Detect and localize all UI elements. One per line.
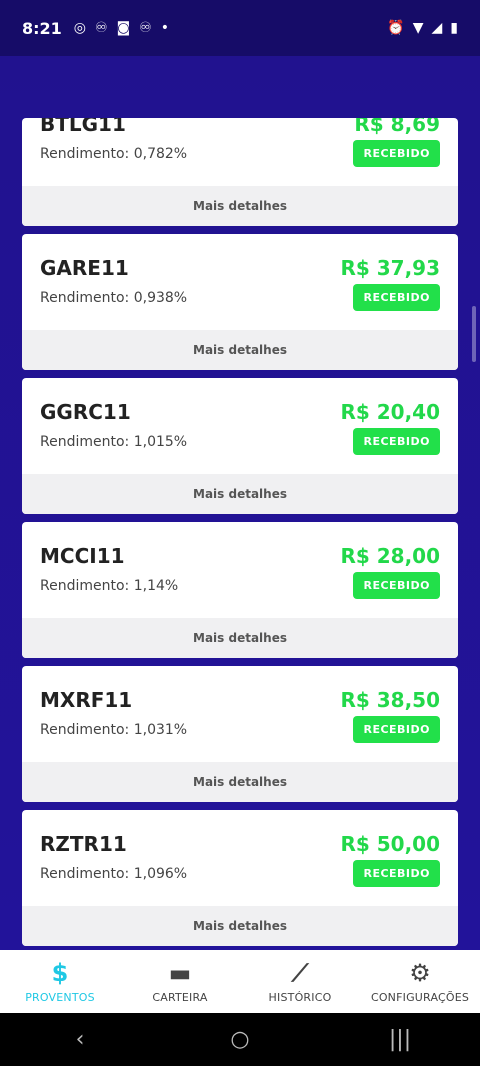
provento-card: RZTR11 Rendimento: 1,096% R$ 50,00 RECEB… <box>22 810 458 946</box>
nav-label: CARTEIRA <box>152 991 208 1004</box>
card-body: GARE11 Rendimento: 0,938% R$ 37,93 RECEB… <box>22 234 458 330</box>
more-details-button[interactable]: Mais detalhes <box>22 474 458 514</box>
more-details-button[interactable]: Mais detalhes <box>22 618 458 658</box>
ticker: BTLG11 <box>40 118 126 136</box>
provento-value: R$ 38,50 <box>340 688 440 712</box>
battery-icon: ▮ <box>450 20 458 36</box>
nav-label: CONFIGURAÇÕES <box>370 991 470 1004</box>
home-icon[interactable]: ○ <box>210 1027 270 1052</box>
provento-card: MXRF11 Rendimento: 1,031% R$ 38,50 RECEB… <box>22 666 458 802</box>
proventos-content[interactable]: BTLG11 Rendimento: 0,782% R$ 8,69 RECEBI… <box>0 56 480 950</box>
nav-item-historico[interactable]: ⟋ HISTÓRICO <box>240 950 360 1013</box>
nav-item-configuracoes[interactable]: ⚙ CONFIGURAÇÕES <box>360 950 480 1013</box>
provento-card: GARE11 Rendimento: 0,938% R$ 37,93 RECEB… <box>22 234 458 370</box>
nav-label: HISTÓRICO <box>268 991 332 1004</box>
provento-value: R$ 28,00 <box>340 544 440 568</box>
recents-icon[interactable]: ||| <box>370 1027 430 1052</box>
status-bar: 8:21 ◎ ♾ ◙ ♾ • ⏰ ▼ ◢ ▮ <box>0 0 480 56</box>
more-details-button[interactable]: Mais detalhes <box>22 330 458 370</box>
chart-line-icon: ⟋ <box>291 959 309 987</box>
signal-icon: ◢ <box>431 20 443 36</box>
nav-label: PROVENTOS <box>25 991 95 1004</box>
wifi-icon: ▼ <box>412 20 424 36</box>
card-body: GGRC11 Rendimento: 1,015% R$ 20,40 RECEB… <box>22 378 458 474</box>
card-body: RZTR11 Rendimento: 1,096% R$ 50,00 RECEB… <box>22 810 458 906</box>
card-body: MXRF11 Rendimento: 1,031% R$ 38,50 RECEB… <box>22 666 458 762</box>
settings-circle-icon: ◎ <box>73 20 87 36</box>
proventos-list: BTLG11 Rendimento: 0,782% R$ 8,69 RECEBI… <box>22 118 458 950</box>
status-right-icons: ⏰ ▼ ◢ ▮ <box>387 21 458 35</box>
ticker: RZTR11 <box>40 832 127 856</box>
status-badge: RECEBIDO <box>353 140 440 167</box>
provento-card: BTLG11 Rendimento: 0,782% R$ 8,69 RECEBI… <box>22 118 458 226</box>
status-time: 8:21 <box>22 18 62 38</box>
status-badge: RECEBIDO <box>353 284 440 311</box>
ticker: GARE11 <box>40 256 129 280</box>
status-badge: RECEBIDO <box>353 716 440 743</box>
card-body: BTLG11 Rendimento: 0,782% R$ 8,69 RECEBI… <box>22 118 458 186</box>
provento-card: GGRC11 Rendimento: 1,015% R$ 20,40 RECEB… <box>22 378 458 514</box>
rendimento: Rendimento: 1,031% <box>40 722 188 738</box>
status-badge: RECEBIDO <box>353 860 440 887</box>
instagram-icon: ◙ <box>116 20 131 36</box>
gear-icon: ⚙ <box>409 959 431 987</box>
status-left-icons: ◎ ♾ ◙ ♾ • <box>74 21 169 35</box>
provento-card: MCCI11 Rendimento: 1,14% R$ 28,00 RECEBI… <box>22 522 458 658</box>
provento-value: R$ 50,00 <box>340 832 440 856</box>
more-details-button[interactable]: Mais detalhes <box>22 906 458 946</box>
ticker: MXRF11 <box>40 688 133 712</box>
wallet-icon: ▬ <box>168 959 192 987</box>
provento-value: R$ 37,93 <box>340 256 440 280</box>
notification-icon: ♾ <box>95 20 108 36</box>
card-body: MCCI11 Rendimento: 1,14% R$ 28,00 RECEBI… <box>22 522 458 618</box>
rendimento: Rendimento: 1,096% <box>40 866 188 882</box>
dollar-icon: $ <box>51 959 69 987</box>
bottom-navigation: $ PROVENTOS ▬ CARTEIRA ⟋ HISTÓRICO ⚙ CON… <box>0 950 480 1013</box>
provento-value: R$ 20,40 <box>340 400 440 424</box>
status-badge: RECEBIDO <box>353 428 440 455</box>
notification-icon: ♾ <box>139 20 152 36</box>
nav-item-carteira[interactable]: ▬ CARTEIRA <box>120 950 240 1013</box>
scrollbar-thumb[interactable] <box>472 306 476 362</box>
provento-value: R$ 8,69 <box>354 118 440 136</box>
rendimento: Rendimento: 0,938% <box>40 290 188 306</box>
rendimento: Rendimento: 1,14% <box>40 578 179 594</box>
status-badge: RECEBIDO <box>353 572 440 599</box>
rendimento: Rendimento: 0,782% <box>40 146 188 162</box>
dot-icon: • <box>160 20 169 36</box>
alarm-icon: ⏰ <box>387 20 405 36</box>
nav-item-proventos[interactable]: $ PROVENTOS <box>0 950 120 1013</box>
more-details-button[interactable]: Mais detalhes <box>22 762 458 802</box>
ticker: MCCI11 <box>40 544 125 568</box>
rendimento: Rendimento: 1,015% <box>40 434 188 450</box>
back-icon[interactable]: ‹ <box>50 1027 110 1052</box>
more-details-button[interactable]: Mais detalhes <box>22 186 458 226</box>
ticker: GGRC11 <box>40 400 131 424</box>
system-navigation-bar: ‹ ○ ||| <box>0 1013 480 1066</box>
